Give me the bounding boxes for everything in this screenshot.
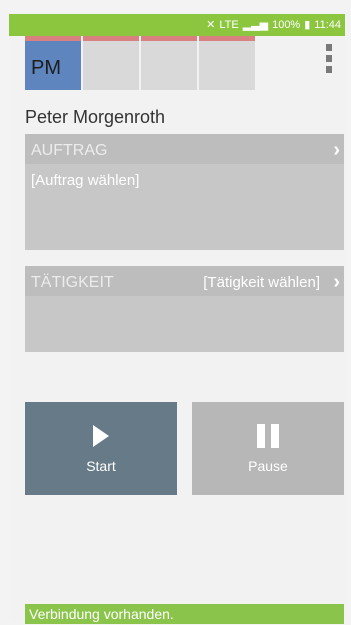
silent-icon: ✕ bbox=[206, 19, 216, 31]
pause-icon bbox=[257, 423, 279, 448]
auftrag-body[interactable]: [Auftrag wählen] bbox=[25, 164, 344, 250]
auftrag-header[interactable]: AUFTRAG › bbox=[25, 134, 344, 164]
system-status-bar: ✕ LTE ▂▃▅ 100% ▮ 11:44 bbox=[9, 14, 345, 36]
user-name: Peter Morgenroth bbox=[25, 107, 166, 127]
taetigkeit-title: TÄTIGKEIT bbox=[31, 274, 114, 291]
clock: 11:44 bbox=[314, 18, 341, 31]
taetigkeit-body[interactable] bbox=[25, 296, 344, 352]
network-indicator: LTE bbox=[219, 18, 239, 31]
connection-status: Verbindung vorhanden. bbox=[25, 604, 344, 624]
taetigkeit-header[interactable]: TÄTIGKEIT [Tätigkeit wählen] › bbox=[25, 266, 344, 296]
user-tabs: PM bbox=[25, 36, 255, 90]
tab-user-empty-2[interactable] bbox=[83, 36, 139, 90]
overflow-menu-icon[interactable] bbox=[326, 44, 332, 80]
taetigkeit-panel: TÄTIGKEIT [Tätigkeit wählen] › bbox=[25, 266, 344, 352]
battery-level: 100% bbox=[272, 18, 301, 31]
signal-icon: ▂▃▅ bbox=[242, 19, 269, 31]
pause-button[interactable]: Pause bbox=[192, 402, 344, 495]
start-button[interactable]: Start bbox=[25, 402, 177, 495]
taetigkeit-select-label: [Tätigkeit wählen] bbox=[203, 274, 320, 291]
tab-user-pm[interactable]: PM bbox=[25, 36, 81, 90]
play-icon bbox=[93, 425, 109, 447]
chevron-right-icon: › bbox=[333, 139, 340, 161]
auftrag-panel: AUFTRAG › [Auftrag wählen] bbox=[25, 134, 344, 250]
auftrag-title: AUFTRAG bbox=[31, 142, 108, 159]
battery-icon: ▮ bbox=[304, 19, 311, 31]
pause-button-label: Pause bbox=[248, 457, 288, 474]
tab-user-empty-3[interactable] bbox=[141, 36, 197, 90]
tab-user-empty-4[interactable] bbox=[199, 36, 255, 90]
chevron-right-icon: › bbox=[333, 271, 340, 293]
tab-initials: PM bbox=[31, 57, 61, 79]
app-screen: PM Peter Morgenroth AUFTRAG › [Auftrag w… bbox=[9, 36, 345, 624]
start-button-label: Start bbox=[86, 458, 116, 474]
auftrag-value: [Auftrag wählen] bbox=[31, 172, 140, 189]
status-icons: ✕ LTE ▂▃▅ 100% ▮ 11:44 bbox=[206, 18, 341, 32]
